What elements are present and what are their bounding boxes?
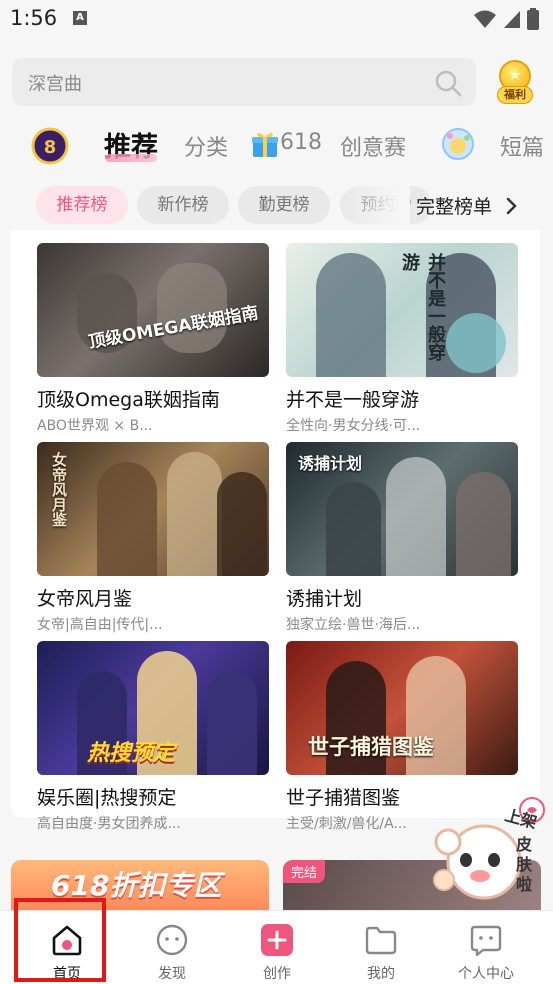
skin-promo-sticker-icon[interactable]: 上架 皮 肤 啦 [424,780,548,904]
book-cover: 诱捕计划 [286,442,518,576]
cover-title-text: 世子捕猎图鉴 [308,735,434,759]
book-cover: 女帝风月鉴 [37,442,269,576]
book-cover: 热搜预定 [37,641,269,775]
status-bar: 1:56 A [0,0,553,40]
book-title: 并不是一般穿游 [286,389,420,411]
tab-category[interactable]: 分类 [184,130,228,162]
chevron-right-icon[interactable] [505,197,517,215]
search-input[interactable]: 深宫曲 [12,58,476,106]
tab-profile[interactable]: 个人中心 [431,911,541,984]
battery-icon [527,8,539,30]
full-rank-link[interactable]: 完整榜单 [416,192,492,219]
book-tags: ABO世界观 × B... [37,418,153,434]
tab-create[interactable]: 创作 [222,911,332,984]
tab-618[interactable]: 618 [280,130,322,155]
book-title: 顶级Omega联姻指南 [37,389,220,411]
cover-title-text: 女帝风月鉴 [50,452,68,527]
discover-icon [156,924,188,956]
tab-mine[interactable]: 我的 [326,911,436,984]
profile-icon [470,925,502,957]
signal-icon [504,11,520,28]
active-tab-indicator [105,154,157,162]
welfare-button[interactable]: 福利 [497,60,533,108]
svg-text:啦: 啦 [516,875,532,894]
create-plus-icon [261,924,293,956]
book-tags: 女帝|高自由|传代|... [37,617,163,633]
svg-text:8: 8 [44,137,57,158]
book-tags: 全性向·男女分线·可... [286,418,421,434]
chip-recommend-rank[interactable]: 推荐榜 [36,186,128,224]
notification-a-icon: A [73,11,87,25]
nav-tabs: 8 推荐 分类 618 创意赛 短篇 [0,118,553,174]
book-tags: 高自由度·男女团养成... [37,816,181,832]
completed-badge: 完结 [283,860,326,883]
tab-create-label: 创作 [263,966,291,982]
status-icons [473,8,539,30]
book-card[interactable]: 并不是一般穿游 并不是一般穿游 全性向·男女分线·可... [286,243,518,435]
tab-discover-label: 发现 [158,966,186,982]
book-title: 诱捕计划 [286,588,363,610]
folder-icon [365,926,397,955]
book-card[interactable]: 热搜预定 娱乐圈|热搜预定 高自由度·男女团养成... [37,641,269,833]
book-card[interactable]: 女帝风月鉴 女帝风月鉴 女帝|高自由|传代|... [37,442,269,634]
bubble-emblem-icon[interactable] [440,126,476,162]
book-title: 娱乐圈|热搜预定 [37,787,177,809]
book-tags: 独家立绘·兽世·海后... [286,617,421,633]
chip-update-rank[interactable]: 勤更榜 [238,186,330,224]
book-card[interactable]: 顶级OMEGA联姻指南 顶级Omega联姻指南 ABO世界观 × B... [37,243,269,435]
ranking-chips: 推荐榜 新作榜 勤更榜 预约榜 完整榜单 [0,186,553,226]
svg-text:皮: 皮 [515,835,532,854]
svg-text:肤: 肤 [516,855,533,874]
cover-title-text: 热搜预定 [87,741,176,766]
wifi-icon [474,10,496,28]
book-cover: 世子捕猎图鉴 [286,641,518,775]
search-icon[interactable] [434,69,462,97]
book-title: 女帝风月鉴 [37,588,133,610]
chip-new-rank[interactable]: 新作榜 [137,186,229,224]
tab-profile-label: 个人中心 [458,966,514,982]
cover-title-text: 诱捕计划 [298,454,363,473]
search-placeholder: 深宫曲 [28,74,82,95]
tab-discover[interactable]: 发现 [117,911,227,984]
book-cover: 顶级OMEGA联姻指南 [37,243,269,377]
cover-title-text: 并不是一般穿游 [399,253,446,361]
welfare-label: 福利 [497,86,533,104]
tab-mine-label: 我的 [367,966,395,982]
book-grid-panel: 顶级OMEGA联姻指南 顶级Omega联姻指南 ABO世界观 × B... 并不… [11,230,540,832]
status-time: 1:56 [10,6,58,30]
book-card[interactable]: 诱捕计划 诱捕计划 独家立绘·兽世·海后... [286,442,518,634]
emblem-tab-icon[interactable]: 8 [30,126,70,166]
gift-icon [252,132,278,157]
tab-contest[interactable]: 创意赛 [340,130,406,162]
chip-fade-overlay [340,186,410,224]
book-cover: 并不是一般穿游 [286,243,518,377]
tab-short[interactable]: 短篇 [500,130,544,162]
home-tab-highlight [14,898,106,982]
search-row: 深宫曲 福利 [0,56,553,110]
